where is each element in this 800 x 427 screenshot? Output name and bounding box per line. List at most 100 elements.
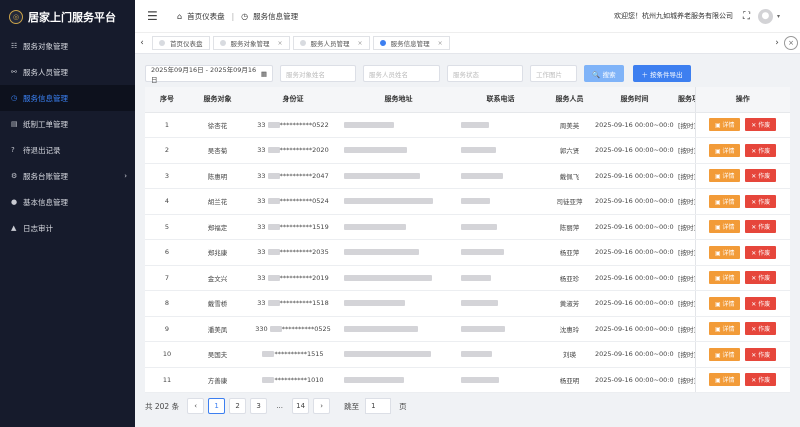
void-button[interactable]: ✕ 作废 xyxy=(745,245,777,259)
sidebar-item[interactable]: ▲ 日志审计 xyxy=(0,215,135,241)
void-button[interactable]: ✕ 作废 xyxy=(745,194,777,208)
jump-page-input[interactable]: 1 xyxy=(365,398,392,414)
id-suffix: **********2020 xyxy=(279,146,329,155)
id-suffix: **********1518 xyxy=(279,299,329,308)
void-button[interactable]: ✕ 作废 xyxy=(745,271,777,285)
date-range-picker[interactable]: 2025年09月16日 - 2025年09月16日 ▦ xyxy=(145,65,273,84)
table-row[interactable]: 10 吴国夫 **********1515 刘瑛 2025-09-16 00:00~0… xyxy=(145,341,790,368)
id-suffix: **********2047 xyxy=(279,171,329,180)
tab-bar: ‹ 首页仪表盘 服务对象管理 × 服务人员管理 × 服务信息管理 × › × xyxy=(135,33,800,54)
detail-button[interactable]: ▣ 详情 xyxy=(709,169,741,183)
table-row[interactable]: 4 胡兰花 33 **********0524 司徒亚萍 2025-09-16 00:0… xyxy=(145,188,790,215)
detail-button[interactable]: ▣ 详情 xyxy=(709,322,741,336)
sidebar-item[interactable]: ? 待退出记录 xyxy=(0,137,135,163)
cell-staff: 郭六贤 xyxy=(544,137,595,164)
next-page-button[interactable]: › xyxy=(313,398,331,414)
chevron-down-icon[interactable]: ▾ xyxy=(777,13,780,20)
tab[interactable]: 服务人员管理 × xyxy=(292,36,370,50)
tab-close-icon[interactable]: × xyxy=(278,40,283,47)
cell-address xyxy=(340,112,457,138)
table-row[interactable]: 11 方善康 **********1010 杨亚明 2025-09-16 00:00~… xyxy=(145,367,790,393)
page-button[interactable]: 14 xyxy=(292,398,310,414)
detail-button[interactable]: ▣ 详情 xyxy=(709,373,741,387)
detail-button[interactable]: ▣ 详情 xyxy=(709,143,741,157)
detail-button[interactable]: ▣ 详情 xyxy=(709,296,741,310)
date-range-value: 2025年09月16日 - 2025年09月16日 xyxy=(151,65,257,84)
tab[interactable]: 服务对象管理 × xyxy=(212,36,290,50)
staff-name-placeholder: 服务人员姓名 xyxy=(369,70,408,79)
sidebar-item[interactable]: ▤ 纸制工单管理 xyxy=(0,111,135,137)
table-row[interactable]: 9 潘美凤 330 **********0525 沈惠玲 2025-09-16 00:0… xyxy=(145,316,790,342)
cell-no: 3 xyxy=(145,163,189,189)
tabs-next-icon[interactable]: › xyxy=(770,38,784,48)
void-button[interactable]: ✕ 作废 xyxy=(745,143,777,157)
page-button[interactable]: 3 xyxy=(250,398,268,414)
col-header[interactable]: 服务时间 xyxy=(595,87,674,113)
table-row[interactable]: 5 郑福定 33 **********1519 陈丽萍 2025-09-16 00:00… xyxy=(145,214,790,240)
page-button[interactable]: 1 xyxy=(208,398,226,414)
prev-page-button[interactable]: ‹ xyxy=(187,398,205,414)
table-row[interactable]: 3 陈惠明 33 **********2047 戴佩飞 2025-09-16 00:00… xyxy=(145,163,790,189)
table-row[interactable]: 7 金文兴 33 **********2019 杨亚珍 2025-09-16 00:00… xyxy=(145,265,790,291)
client-name-input[interactable]: 服务对象姓名 xyxy=(280,65,356,82)
col-header[interactable]: 服务项目 xyxy=(674,87,695,113)
detail-button[interactable]: ▣ 详情 xyxy=(709,220,741,234)
void-button[interactable]: ✕ 作废 xyxy=(745,322,777,336)
sidebar-item[interactable]: ⚙ 服务台账管理 › xyxy=(0,163,135,189)
col-header[interactable]: 服务人员 xyxy=(544,87,595,113)
void-button[interactable]: ✕ 作废 xyxy=(745,373,777,387)
tab-close-icon[interactable]: × xyxy=(438,40,443,47)
cell-address xyxy=(340,290,457,317)
cell-staff: 杨亚萍 xyxy=(544,239,595,266)
tab-close-icon[interactable]: × xyxy=(358,40,363,47)
staff-name-input[interactable]: 服务人员姓名 xyxy=(363,65,440,82)
photo-select[interactable]: 工作图片 xyxy=(530,65,577,82)
col-header[interactable]: 操作 xyxy=(694,87,790,113)
id-prefix: 33 xyxy=(257,299,266,308)
cell-time: 2025-09-16 00:00~00:00 xyxy=(595,188,674,215)
sidebar-item[interactable]: ◷ 服务信息管理 xyxy=(0,85,135,111)
cell-item: [按时]起居活/制作 xyxy=(674,316,695,342)
detail-button[interactable]: ▣ 详情 xyxy=(709,347,741,361)
void-button[interactable]: ✕ 作废 xyxy=(745,296,777,310)
detail-button[interactable]: ▣ 详情 xyxy=(709,194,741,208)
page-button[interactable]: 2 xyxy=(229,398,247,414)
detail-button[interactable]: ▣ 详情 xyxy=(709,245,741,259)
detail-button[interactable]: ▣ 详情 xyxy=(709,271,741,285)
table-row[interactable]: 8 戴雪桥 33 **********1518 黄淑芳 2025-09-16 00:00… xyxy=(145,290,790,317)
tabs-prev-icon[interactable]: ‹ xyxy=(135,38,149,48)
tab[interactable]: 服务信息管理 × xyxy=(372,36,450,50)
export-button[interactable]: ＋ 按条件导出 xyxy=(633,65,691,82)
search-button[interactable]: 🔍 搜索 xyxy=(584,65,624,82)
col-header[interactable]: 服务对象 xyxy=(189,87,246,113)
cell-client: 徐杏花 xyxy=(189,112,246,138)
void-button[interactable]: ✕ 作废 xyxy=(745,220,777,234)
breadcrumb-home[interactable]: 首页仪表盘 xyxy=(187,11,225,22)
sidebar-item[interactable]: ☷ 服务对象管理 xyxy=(0,33,135,59)
id-suffix: **********2035 xyxy=(279,248,329,257)
col-header[interactable]: 序号 xyxy=(145,87,189,113)
void-button[interactable]: ✕ 作废 xyxy=(745,118,777,132)
void-button[interactable]: ✕ 作废 xyxy=(745,169,777,183)
detail-button[interactable]: ▣ 详情 xyxy=(709,118,741,132)
col-header[interactable]: 联系电话 xyxy=(457,87,544,113)
sidebar-item[interactable]: ⚯ 服务人员管理 xyxy=(0,59,135,85)
cell-actions: ▣ 详情 ✕ 作废 xyxy=(694,239,790,266)
col-header[interactable]: 服务地址 xyxy=(340,87,457,113)
menu-toggle-icon[interactable]: ☰ xyxy=(147,9,161,23)
cell-item: [按时]起居活/制作 xyxy=(674,290,695,317)
table-row[interactable]: 1 徐杏花 33 **********0522 周美英 2025-09-16 00:00… xyxy=(145,112,790,138)
status-select[interactable]: 服务状态 xyxy=(447,65,523,82)
close-all-tabs-icon[interactable]: × xyxy=(784,36,798,50)
void-button[interactable]: ✕ 作废 xyxy=(745,347,777,361)
id-prefix: 33 xyxy=(257,171,266,180)
cell-no: 1 xyxy=(145,112,189,138)
table-row[interactable]: 6 郑兆康 33 **********2035 杨亚萍 2025-09-16 00:00… xyxy=(145,239,790,266)
fullscreen-icon[interactable]: ⛶ xyxy=(743,11,750,22)
cell-staff: 杨亚珍 xyxy=(544,265,595,291)
col-header[interactable]: 身份证 xyxy=(246,87,340,113)
sidebar-item[interactable]: ● 基本信息管理 xyxy=(0,189,135,215)
avatar[interactable]: ● xyxy=(757,8,773,24)
table-row[interactable]: 2 吴杏菊 33 **********2020 郭六贤 2025-09-16 00:00… xyxy=(145,137,790,164)
tab[interactable]: 首页仪表盘 xyxy=(152,36,210,50)
